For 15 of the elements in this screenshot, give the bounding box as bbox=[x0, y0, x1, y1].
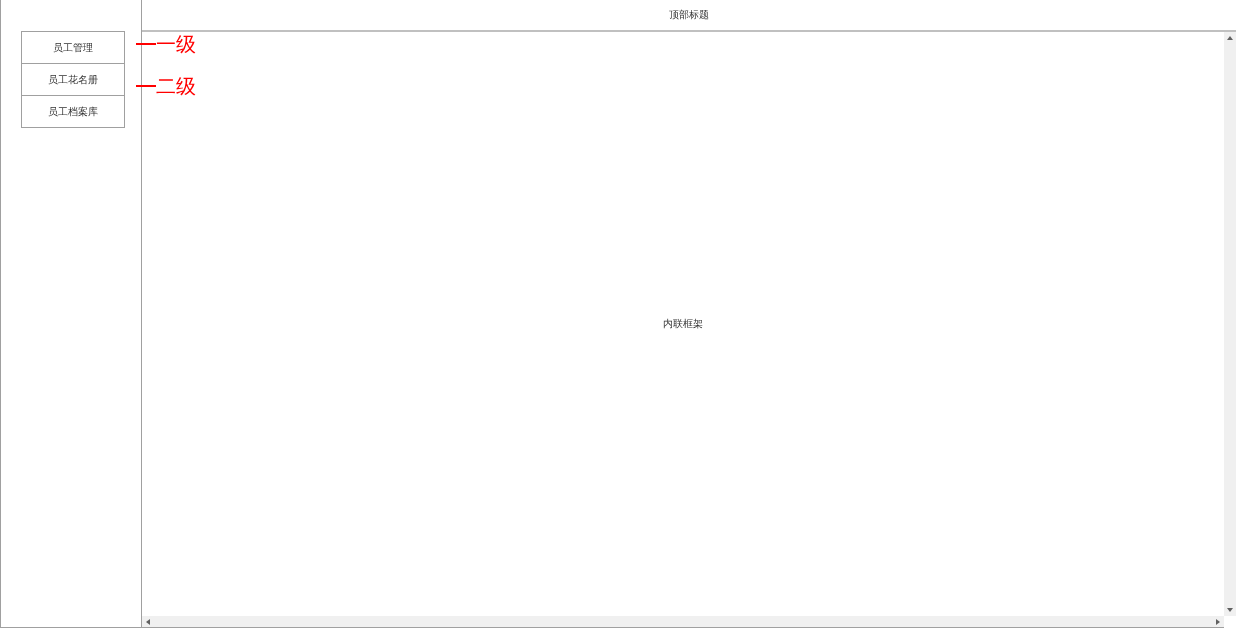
menu-item[interactable]: 员工档案库 bbox=[22, 95, 124, 127]
iframe-label: 内联框架 bbox=[663, 317, 703, 331]
annotation-label: 一级 bbox=[156, 34, 196, 54]
leader-line bbox=[136, 43, 156, 45]
horizontal-scrollbar[interactable] bbox=[142, 616, 1224, 628]
menu-item[interactable]: 员工花名册 bbox=[22, 63, 124, 95]
vertical-scrollbar[interactable] bbox=[1224, 32, 1236, 616]
header-title: 顶部标题 bbox=[669, 8, 709, 22]
scroll-left-icon[interactable] bbox=[146, 618, 150, 625]
scroll-up-icon[interactable] bbox=[1227, 36, 1233, 40]
leader-line bbox=[136, 85, 156, 87]
menu-item[interactable]: 员工管理 bbox=[22, 32, 124, 63]
scroll-down-icon[interactable] bbox=[1227, 608, 1233, 612]
scroll-right-icon[interactable] bbox=[1216, 618, 1220, 625]
annotation-label: 二级 bbox=[156, 76, 196, 96]
